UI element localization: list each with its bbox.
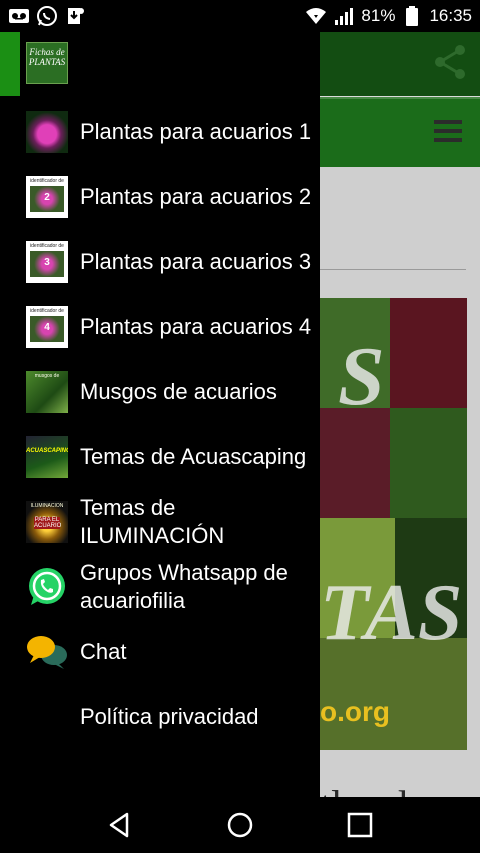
nav-item-plantas-4[interactable]: identificador de 4 Plantas para acuarios…: [0, 294, 320, 359]
content-divider: [320, 269, 466, 270]
download-icon: [64, 5, 86, 27]
nav-item-label: Plantas para acuarios 1: [80, 118, 312, 144]
nav-item-label: Plantas para acuarios 3: [80, 248, 312, 274]
phone-screen: 81% 16:35 S TAS o.org tlos de Fichas de …: [0, 0, 480, 853]
whatsapp-status-icon: [36, 5, 58, 27]
battery-icon: [401, 5, 423, 27]
plants-banner-image: S TAS o.org: [320, 298, 467, 750]
hamburger-menu-icon[interactable]: [434, 119, 462, 143]
nav-item-acuascaping[interactable]: ACUASCAPING Temas de Acuascaping: [0, 424, 320, 489]
whatsapp-icon: [26, 566, 68, 608]
thumbnail-number: 3: [44, 256, 50, 268]
thumbnail-subtitle: PARA EL ACUARIO: [34, 516, 62, 529]
lighting-thumbnail: ILUMINACION PARA EL ACUARIO: [26, 500, 68, 543]
thumbnail-title: identificador de: [30, 177, 64, 184]
plants-thumbnail-1: [26, 110, 68, 153]
nav-item-label: Chat: [80, 638, 127, 664]
thumbnail-number: 4: [44, 321, 50, 333]
nav-item-label: Musgos de acuarios: [80, 378, 277, 404]
banner-text-bottom: TAS: [320, 569, 463, 657]
banner-text-top: S: [338, 330, 385, 423]
system-navigation-bar: [0, 797, 480, 853]
app-logo: Fichas de PLANTAS: [26, 42, 68, 84]
nav-item-privacidad[interactable]: Política privacidad: [0, 684, 320, 749]
app-logo-text: Fichas de PLANTAS: [28, 47, 66, 67]
back-icon[interactable]: [106, 811, 134, 839]
plants-thumbnail-3: identificador de 3: [26, 240, 68, 283]
nav-item-plantas-2[interactable]: identificador de 2 Plantas para acuarios…: [0, 164, 320, 229]
clock: 16:35: [429, 6, 472, 25]
wifi-icon: [305, 5, 327, 27]
home-icon[interactable]: [226, 811, 254, 839]
recents-icon[interactable]: [346, 811, 374, 839]
nav-item-plantas-1[interactable]: Plantas para acuarios 1: [0, 99, 320, 164]
thumbnail-title: identificador de: [30, 307, 64, 314]
drawer-accent-bar: [0, 32, 20, 96]
plants-thumbnail-2: identificador de 2: [26, 175, 68, 218]
voicemail-icon: [8, 5, 30, 27]
nav-item-musgos[interactable]: musgos de Musgos de acuarios: [0, 359, 320, 424]
signal-icon: [333, 5, 355, 27]
banner-url: o.org: [320, 696, 390, 727]
nav-item-chat[interactable]: Chat: [0, 619, 320, 684]
thumbnail-title: musgos de: [34, 372, 60, 379]
thumbnail-title: ILUMINACION: [30, 502, 64, 509]
chat-bubbles-icon: [26, 631, 68, 673]
nav-item-label: Grupos Whatsapp de acuariofilia: [80, 559, 288, 613]
nav-item-plantas-3[interactable]: identificador de 3 Plantas para acuarios…: [0, 229, 320, 294]
aquascaping-thumbnail: ACUASCAPING: [26, 435, 68, 478]
battery-percent: 81%: [361, 6, 396, 25]
plants-thumbnail-4: identificador de 4: [26, 305, 68, 348]
nav-item-label: Plantas para acuarios 2: [80, 183, 312, 209]
status-bar: 81% 16:35: [0, 0, 480, 32]
share-icon[interactable]: [430, 42, 470, 82]
drawer-header: Fichas de PLANTAS: [0, 32, 320, 96]
nav-item-label: Temas de Acuascaping: [80, 443, 307, 469]
nav-item-label: Plantas para acuarios 4: [80, 313, 312, 339]
navigation-drawer: Fichas de PLANTAS Plantas para acuarios …: [0, 32, 320, 797]
thumbnail-title: ACUASCAPING: [26, 447, 68, 454]
nav-item-label: Temas de ILUMINACIÓN: [80, 494, 225, 548]
moss-thumbnail: musgos de: [26, 370, 68, 413]
thumbnail-number: 2: [44, 191, 50, 203]
nav-item-iluminacion[interactable]: ILUMINACION PARA EL ACUARIO Temas de ILU…: [0, 489, 320, 554]
nav-item-label: Política privacidad: [80, 703, 259, 729]
thumbnail-title: identificador de: [30, 242, 64, 249]
nav-item-whatsapp[interactable]: Grupos Whatsapp de acuariofilia: [0, 554, 320, 619]
